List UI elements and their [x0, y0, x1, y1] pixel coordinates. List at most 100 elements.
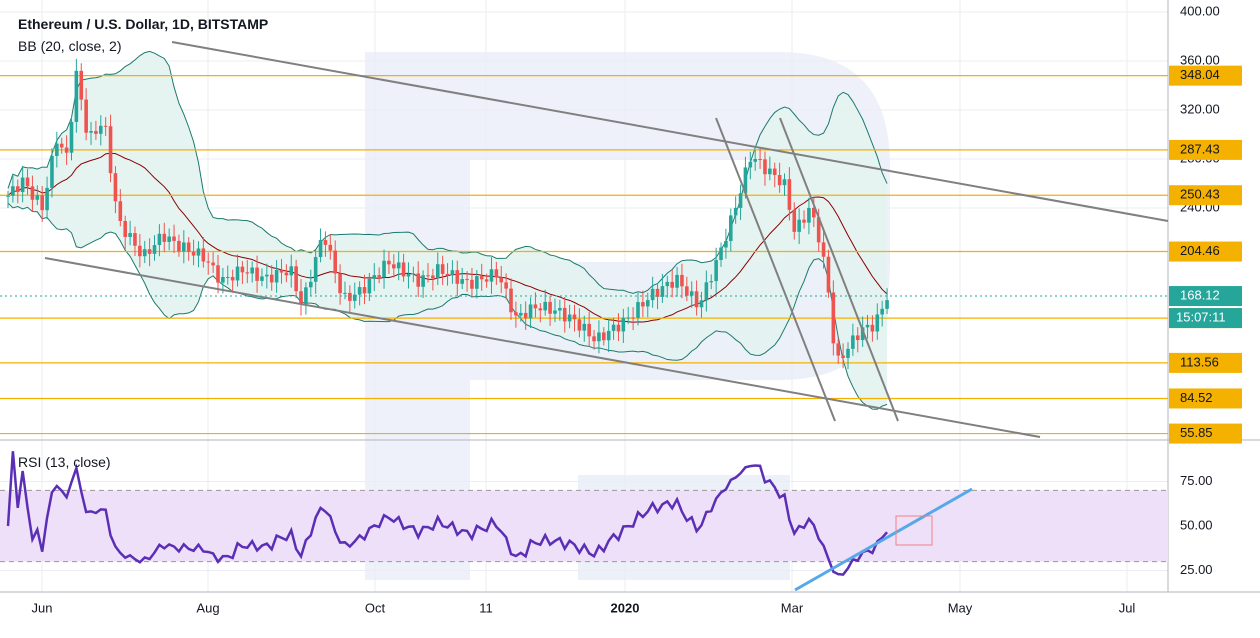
candle-body	[162, 233, 167, 242]
price-level-label: 55.85	[1180, 425, 1213, 440]
candle-body	[680, 274, 684, 287]
candle-body	[831, 292, 836, 344]
candle-body	[553, 310, 557, 314]
candle-body	[147, 249, 152, 254]
candle-body	[523, 312, 528, 319]
price-level-label: 113.56	[1180, 354, 1219, 369]
candle-body	[572, 314, 577, 320]
candle-body	[89, 131, 93, 133]
candle-body	[201, 248, 206, 262]
candle-body	[108, 126, 113, 174]
candle-body	[11, 186, 15, 196]
candle-body	[396, 262, 401, 269]
candle-body	[240, 266, 245, 273]
candle-body	[787, 179, 792, 210]
candle-body	[597, 332, 601, 342]
candle-body	[855, 335, 860, 341]
candle-body	[382, 260, 386, 278]
countdown-label: 15:07:11	[1176, 309, 1226, 324]
candle-body	[59, 143, 64, 148]
time-axis-tick: Oct	[365, 600, 386, 615]
candle-body	[631, 317, 635, 319]
candle-body	[123, 220, 128, 237]
candle-body	[504, 282, 508, 289]
candle-body	[211, 262, 215, 266]
candle-body	[284, 272, 289, 276]
candle-body	[494, 269, 499, 278]
candle-body	[191, 251, 196, 256]
candle-body	[841, 355, 845, 358]
candle-body	[665, 281, 670, 287]
candle-body	[670, 281, 674, 288]
candle-body	[69, 121, 74, 153]
candle-body	[221, 276, 225, 283]
candle-body	[626, 317, 631, 319]
price-level-label: 204.46	[1180, 243, 1220, 258]
candle-body	[533, 304, 538, 309]
candle-body	[782, 179, 787, 186]
candle-body	[758, 159, 762, 161]
price-axis-tick: 360.00	[1180, 52, 1220, 67]
candle-body	[313, 257, 318, 282]
candle-body	[172, 236, 176, 241]
candle-body	[177, 240, 181, 252]
candle-body	[94, 131, 98, 134]
candle-body	[269, 274, 274, 283]
candle-body	[216, 265, 220, 283]
candle-body	[84, 99, 88, 133]
candle-body	[40, 195, 44, 211]
candle-body	[641, 302, 645, 307]
rsi-axis-tick: 75.00	[1180, 473, 1213, 488]
candle-body	[763, 159, 767, 175]
candle-body	[260, 276, 264, 281]
candle-body	[562, 307, 567, 322]
candle-body	[450, 270, 455, 276]
time-axis-tick: 11	[479, 600, 493, 615]
price-level-label: 348.04	[1180, 67, 1220, 82]
candle-body	[885, 300, 889, 309]
candle-body	[543, 301, 548, 311]
candle-body	[514, 312, 518, 316]
candle-body	[802, 219, 806, 223]
candle-body	[846, 348, 850, 358]
candle-body	[64, 147, 69, 153]
candle-body	[113, 173, 118, 202]
candle-body	[196, 248, 201, 256]
candle-body	[753, 159, 758, 162]
candle-body	[836, 343, 841, 356]
time-axis-tick: May	[948, 600, 973, 615]
candle-body	[694, 291, 699, 308]
candle-body	[821, 242, 826, 257]
candle-body	[577, 319, 582, 331]
candle-body	[128, 233, 132, 237]
candle-body	[372, 275, 377, 279]
candle-body	[348, 292, 352, 301]
candle-body	[182, 242, 186, 252]
candle-body	[328, 244, 333, 251]
rsi-axis-tick: 50.00	[1180, 517, 1213, 532]
candle-body	[362, 287, 367, 294]
candle-body	[880, 308, 884, 315]
candle-body	[79, 70, 84, 100]
candle-body	[250, 267, 254, 274]
candle-body	[323, 240, 328, 245]
candle-body	[426, 275, 430, 277]
candle-body	[499, 277, 504, 283]
candle-body	[45, 187, 49, 211]
chart-root: 400.00360.00320.00280.00240.00348.04287.…	[0, 0, 1260, 633]
time-axis-tick: Jun	[32, 600, 53, 615]
candle-body	[152, 245, 157, 254]
candle-body	[367, 278, 372, 294]
candle-body	[455, 270, 460, 284]
candle-body	[157, 233, 162, 246]
candle-body	[357, 287, 362, 295]
last-price-label: 168.12	[1180, 287, 1220, 302]
time-axis-tick: Jul	[1119, 600, 1136, 615]
rsi-axis-tick: 25.00	[1180, 562, 1213, 577]
candle-body	[865, 324, 870, 328]
candle-body	[279, 269, 284, 273]
time-axis-tick: Mar	[781, 600, 804, 615]
candle-body	[206, 261, 211, 263]
candle-body	[606, 330, 611, 341]
candle-body	[479, 276, 484, 280]
